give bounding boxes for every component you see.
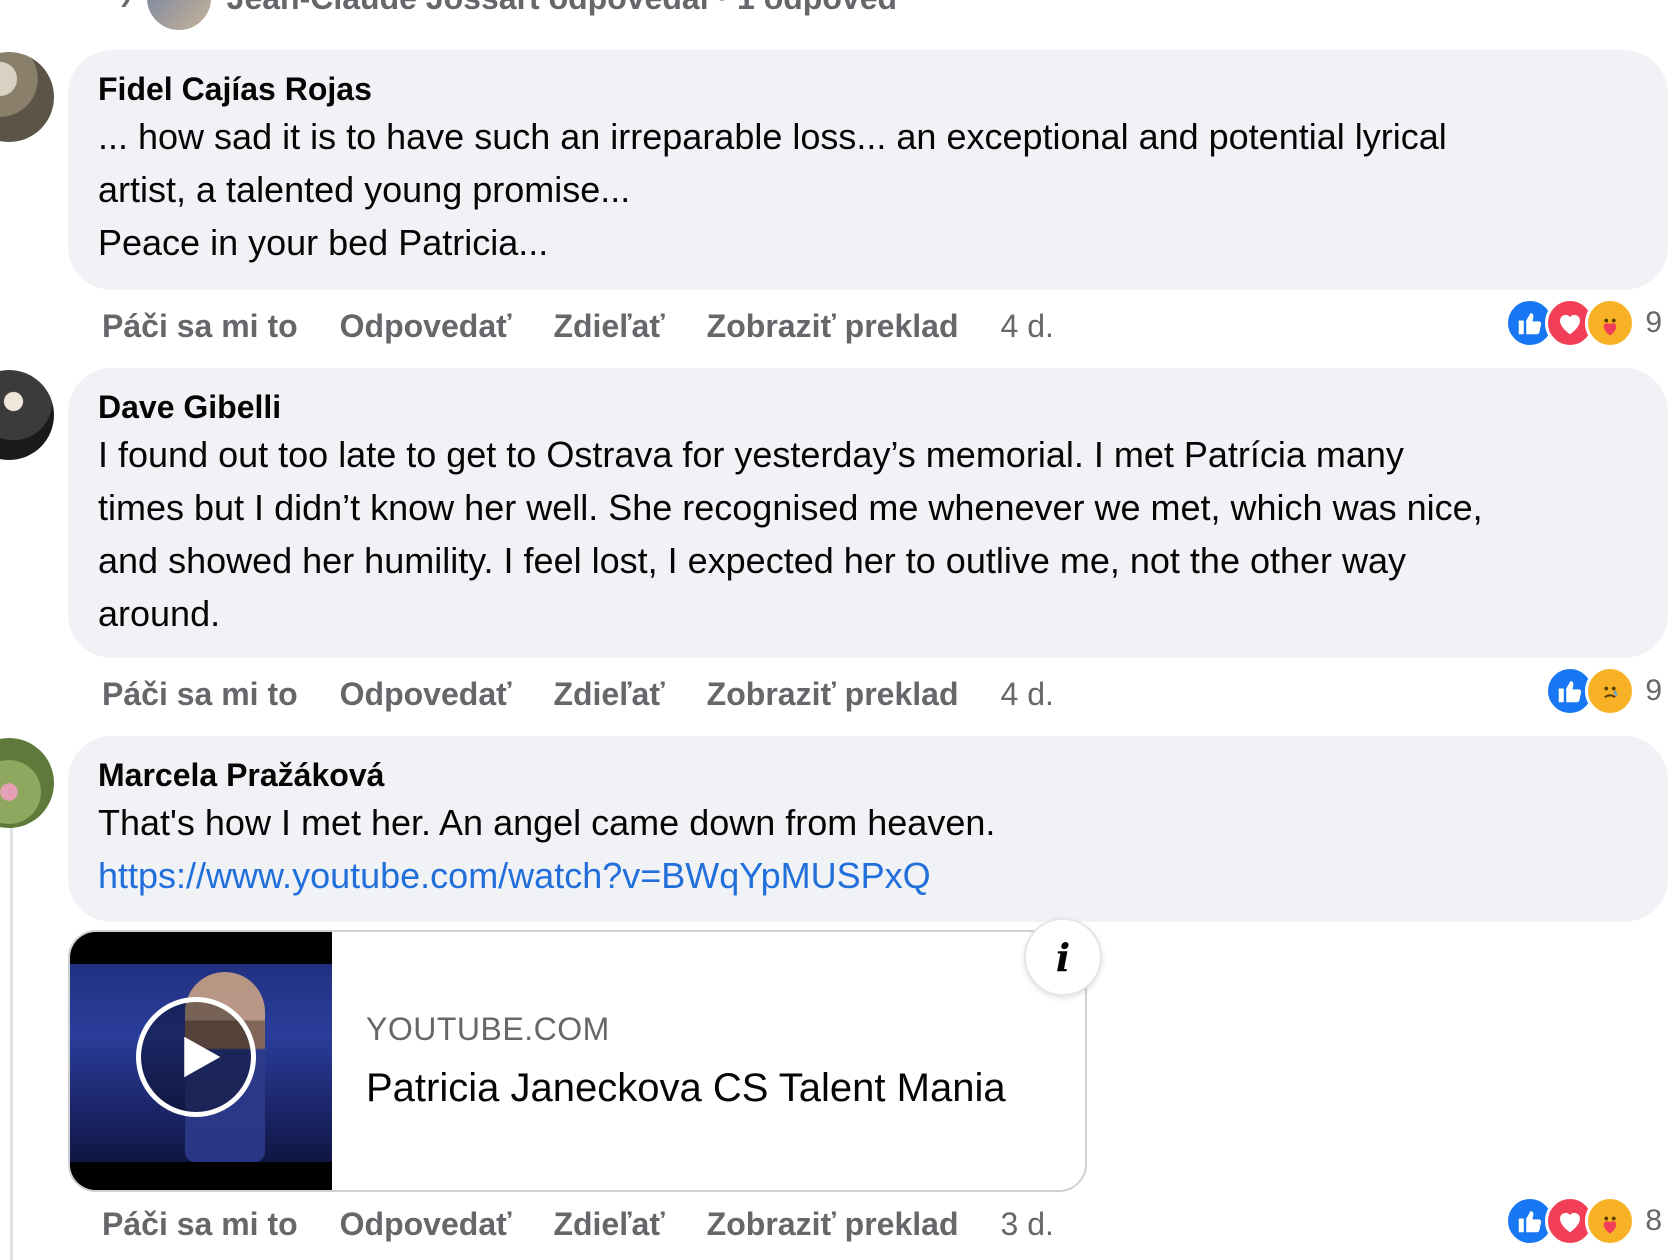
translate-button[interactable]: Zobraziť preklad — [707, 1206, 959, 1243]
like-button[interactable]: Páči sa mi to — [102, 1206, 298, 1243]
comment-author[interactable]: Dave Gibelli — [98, 388, 1638, 426]
like-button[interactable]: Páči sa mi to — [102, 676, 298, 713]
comment-line: times but I didn’t know her well. She re… — [98, 487, 1483, 528]
reaction-summary[interactable]: 9 — [1505, 298, 1662, 348]
reaction-count: 8 — [1645, 1204, 1662, 1237]
comment-text: That's how I met her. An angel came down… — [98, 796, 1638, 902]
comment-bubble: Marcela Pražáková That's how I met her. … — [68, 736, 1668, 922]
youtube-link[interactable]: https://www.youtube.com/watch?v=BWqYpMUS… — [98, 849, 1638, 902]
comment-actions: Páči sa mi to Odpovedať Zdieľať Zobraziť… — [102, 1202, 1096, 1246]
comment-line: That's how I met her. An angel came down… — [98, 802, 996, 843]
comment-text: I found out too late to get to Ostrava f… — [98, 428, 1638, 640]
reply-button[interactable]: Odpovedať — [340, 1206, 512, 1243]
comment-line: ... how sad it is to have such an irrepa… — [98, 116, 1447, 157]
view-replies-label: Jean-Claude Jossart odpovedal · 1 odpove… — [227, 0, 901, 17]
translate-button[interactable]: Zobraziť preklad — [707, 676, 959, 713]
comment-bubble: Dave Gibelli I found out too late to get… — [68, 368, 1668, 658]
reaction-summary[interactable]: 8 — [1505, 1196, 1662, 1246]
view-replies-row[interactable]: › Jean-Claude Jossart odpovedal · 1 odpo… — [120, 0, 901, 32]
comment-text: ... how sad it is to have such an irrepa… — [98, 110, 1638, 269]
avatar[interactable] — [0, 52, 54, 142]
timestamp[interactable]: 4 d. — [1001, 308, 1054, 345]
translate-button[interactable]: Zobraziť preklad — [707, 308, 959, 345]
comment-author[interactable]: Fidel Cajías Rojas — [98, 70, 1638, 108]
comment-author[interactable]: Marcela Pražáková — [98, 756, 1638, 794]
timestamp[interactable]: 3 d. — [1001, 1206, 1054, 1243]
letterbox-bar — [70, 1162, 332, 1190]
comment-line: artist, a talented young promise... — [98, 169, 631, 210]
care-icon — [1585, 298, 1636, 348]
letterbox-bar — [70, 932, 332, 964]
avatar[interactable] — [0, 738, 54, 828]
like-button[interactable]: Páči sa mi to — [102, 308, 298, 345]
comment-line: I found out too late to get to Ostrava f… — [98, 434, 1404, 475]
link-preview-card[interactable]: YOUTUBE.COM Patricia Janeckova CS Talent… — [68, 930, 1087, 1192]
reply-button[interactable]: Odpovedať — [340, 676, 512, 713]
link-title[interactable]: Patricia Janeckova CS Talent Mania — [366, 1066, 1006, 1111]
sad-icon — [1585, 666, 1636, 716]
comment-line: Peace in your bed Patricia... — [98, 222, 549, 263]
reaction-count: 9 — [1645, 306, 1662, 339]
comment-line: and showed her humility. I feel lost, I … — [98, 540, 1407, 581]
care-icon — [1585, 1196, 1636, 1246]
link-preview-body: YOUTUBE.COM Patricia Janeckova CS Talent… — [332, 932, 1006, 1190]
comment-line: around. — [98, 593, 221, 634]
reply-button[interactable]: Odpovedať — [340, 308, 512, 345]
reply-arrow-icon: › — [120, 0, 131, 17]
avatar — [144, 0, 213, 32]
share-button[interactable]: Zdieľať — [553, 676, 664, 713]
avatar[interactable] — [0, 370, 54, 460]
comment-bubble: Fidel Cajías Rojas ... how sad it is to … — [68, 50, 1668, 290]
share-button[interactable]: Zdieľať — [553, 1206, 664, 1243]
reaction-summary[interactable]: 9 — [1545, 666, 1662, 716]
share-button[interactable]: Zdieľať — [553, 308, 664, 345]
video-thumbnail[interactable] — [70, 932, 332, 1190]
play-icon[interactable] — [136, 997, 256, 1117]
comment-actions: Páči sa mi to Odpovedať Zdieľať Zobraziť… — [102, 672, 1096, 716]
link-domain: YOUTUBE.COM — [366, 1011, 610, 1047]
info-icon[interactable]: i — [1024, 918, 1102, 996]
timestamp[interactable]: 4 d. — [1001, 676, 1054, 713]
reaction-count: 9 — [1645, 674, 1662, 707]
comment-actions: Páči sa mi to Odpovedať Zdieľať Zobraziť… — [102, 304, 1096, 348]
thread-line — [10, 825, 13, 1260]
